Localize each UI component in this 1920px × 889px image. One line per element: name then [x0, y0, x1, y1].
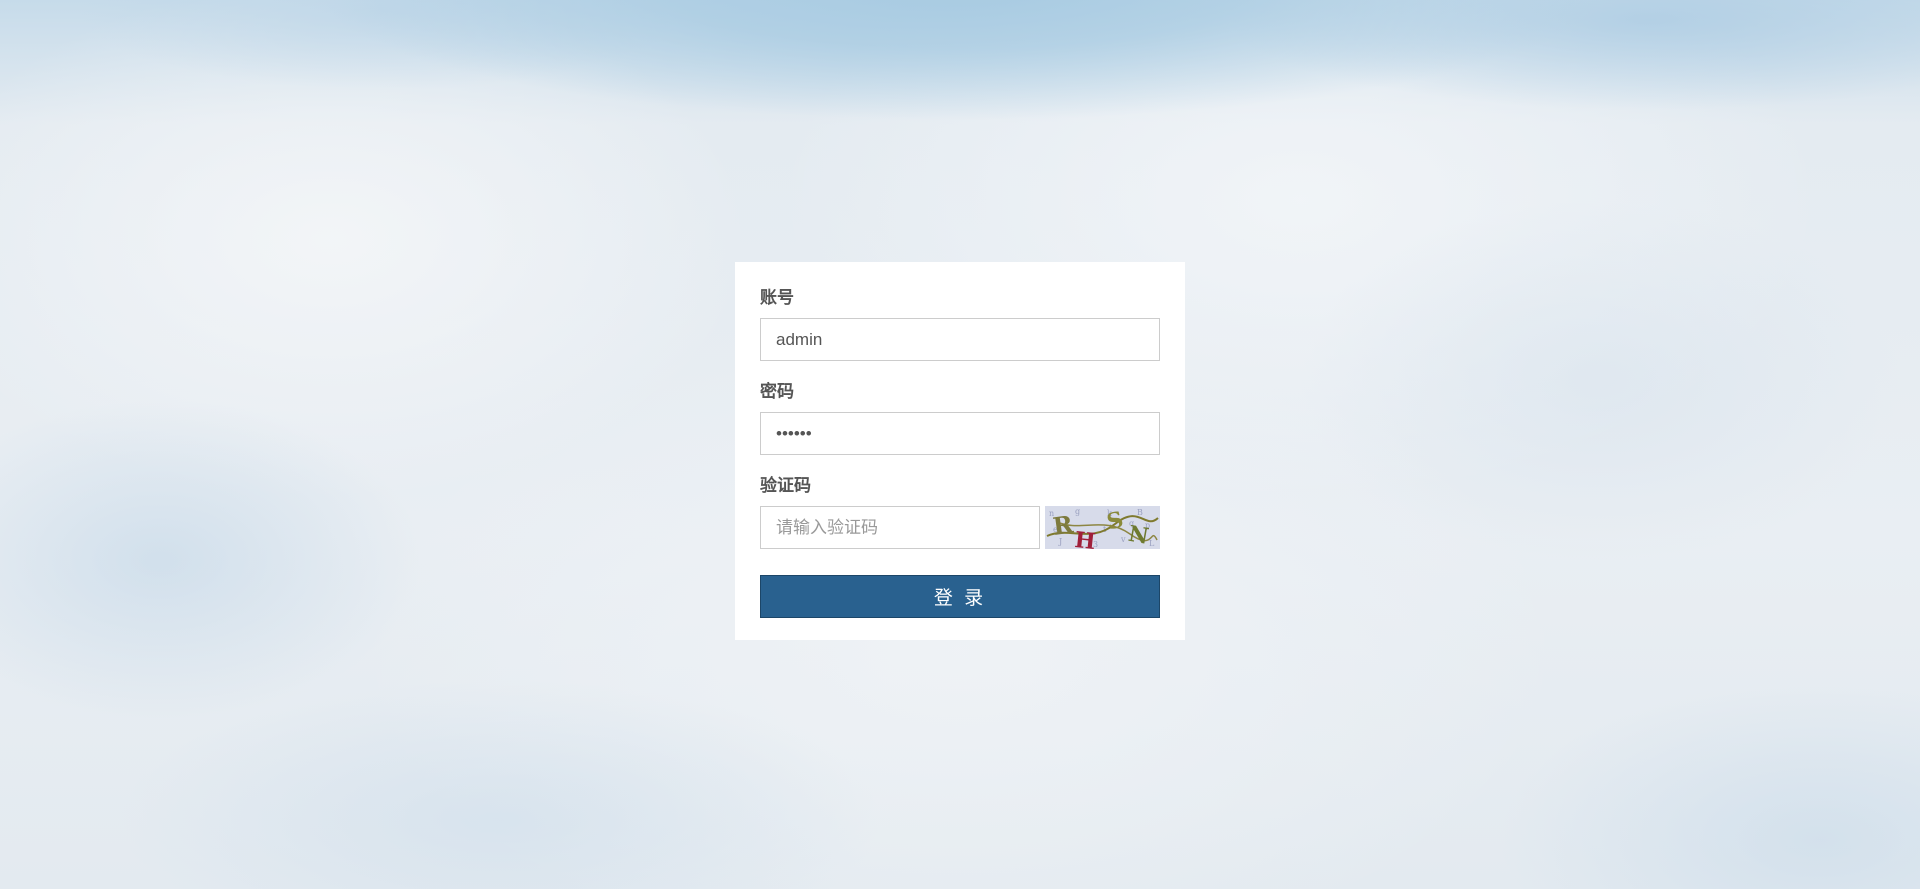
- svg-text:N: N: [1126, 521, 1150, 549]
- login-button[interactable]: 登 录: [760, 575, 1160, 618]
- svg-text:L: L: [1149, 539, 1155, 548]
- account-label: 账号: [760, 288, 794, 307]
- password-input[interactable]: [760, 412, 1160, 455]
- captcha-input[interactable]: [760, 506, 1040, 549]
- account-input[interactable]: [760, 318, 1160, 361]
- captcha-label: 验证码: [760, 476, 811, 495]
- svg-text:B: B: [1137, 508, 1143, 517]
- svg-text:H: H: [1073, 527, 1096, 549]
- login-card: 账号 密码 验证码 nJg 3kv BLe ptq R H S N 登 录: [735, 262, 1185, 640]
- password-label: 密码: [760, 382, 794, 401]
- svg-text:v: v: [1120, 535, 1126, 544]
- captcha-row: nJg 3kv BLe ptq R H S N: [760, 506, 1160, 549]
- captcha-image[interactable]: nJg 3kv BLe ptq R H S N: [1045, 506, 1160, 549]
- svg-text:g: g: [1075, 507, 1080, 516]
